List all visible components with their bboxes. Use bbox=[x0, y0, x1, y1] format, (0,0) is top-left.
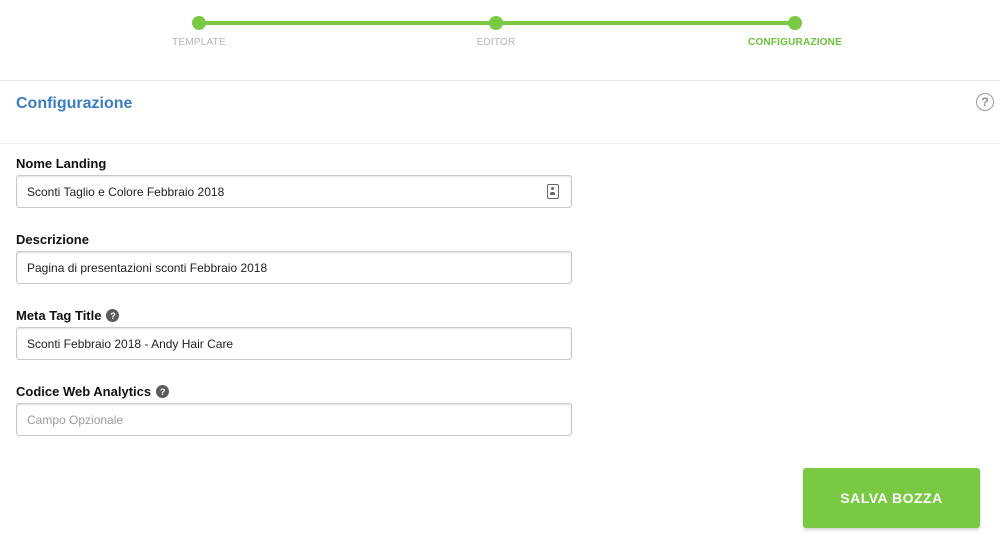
wizard-stepper: TEMPLATE EDITOR CONFIGURAZIONE bbox=[0, 0, 1000, 80]
question-circle-icon[interactable]: ? bbox=[106, 309, 120, 322]
section-title: Configurazione bbox=[16, 95, 133, 112]
section-divider bbox=[0, 143, 1000, 144]
step-dot-configurazione[interactable] bbox=[788, 16, 802, 30]
step-label-editor[interactable]: EDITOR bbox=[416, 37, 576, 48]
header-divider bbox=[0, 80, 1000, 81]
save-draft-button[interactable]: SALVA BOZZA bbox=[803, 468, 980, 528]
nome-landing-input[interactable] bbox=[17, 176, 571, 207]
meta-tag-title-field-wrapper bbox=[16, 327, 572, 360]
help-icon[interactable]: ? bbox=[976, 93, 994, 111]
codice-web-analytics-field-wrapper bbox=[16, 403, 572, 436]
descrizione-label: Descrizione bbox=[16, 232, 89, 247]
question-circle-icon[interactable]: ? bbox=[156, 385, 170, 398]
meta-tag-title-label: Meta Tag Title ? bbox=[16, 308, 120, 323]
step-label-template[interactable]: TEMPLATE bbox=[119, 37, 279, 48]
landing-configuration-page: TEMPLATE EDITOR CONFIGURAZIONE Configura… bbox=[0, 0, 1000, 558]
nome-landing-label: Nome Landing bbox=[16, 156, 106, 171]
contact-card-icon[interactable] bbox=[547, 184, 559, 199]
descrizione-input[interactable] bbox=[17, 252, 571, 283]
codice-web-analytics-label-text: Codice Web Analytics bbox=[16, 384, 152, 399]
descrizione-label-text: Descrizione bbox=[16, 232, 89, 247]
nome-landing-label-text: Nome Landing bbox=[16, 156, 107, 171]
codice-web-analytics-label: Codice Web Analytics ? bbox=[16, 384, 170, 399]
step-dot-editor[interactable] bbox=[489, 16, 503, 30]
meta-tag-title-label-text: Meta Tag Title bbox=[16, 308, 102, 323]
step-label-configurazione[interactable]: CONFIGURAZIONE bbox=[715, 37, 875, 48]
step-dot-template[interactable] bbox=[192, 16, 206, 30]
descrizione-field-wrapper bbox=[16, 251, 572, 284]
meta-tag-title-input[interactable] bbox=[17, 328, 571, 359]
nome-landing-field-wrapper bbox=[16, 175, 572, 208]
codice-web-analytics-input[interactable] bbox=[17, 404, 571, 435]
